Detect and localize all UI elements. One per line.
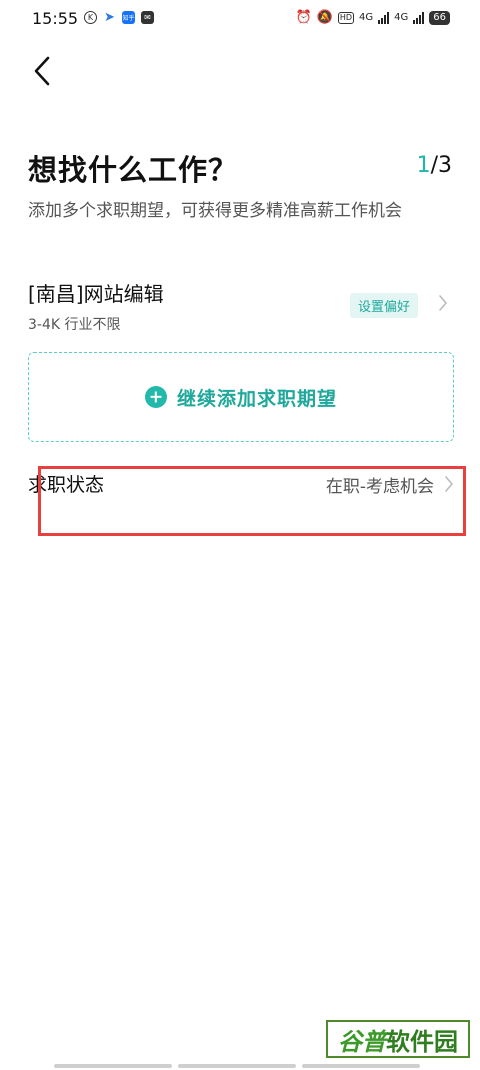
highlight-annotation-box [38, 466, 466, 536]
chevron-left-icon [34, 56, 50, 86]
job-expectation-item[interactable]: [南昌]网站编辑 3-4K 行业不限 设置偏好 [28, 278, 452, 338]
watermark-logo: 谷普 软件园 [326, 1020, 470, 1058]
mail-icon: ✉ [141, 11, 154, 24]
signal-icon [378, 11, 390, 24]
status-time: 15:55 [32, 9, 79, 28]
mute-icon: 🔕 [316, 10, 333, 25]
step-indicator: 1/3 [417, 153, 452, 178]
add-job-expectation-button[interactable]: 继续添加求职期望 [28, 352, 454, 442]
nav-indicator [178, 1064, 296, 1068]
back-button[interactable] [28, 54, 58, 88]
network-label-1: 4G [359, 12, 374, 23]
status-bar: 15:55 K ➤ 知乎 ✉ ⏰ 🔕 HD 4G 4G 66 [0, 0, 480, 38]
job-expectation-title: [南昌]网站编辑 [28, 282, 164, 306]
watermark-part-a: 谷普 [338, 1027, 386, 1056]
alarm-icon: ⏰ [295, 10, 312, 25]
set-preference-button[interactable]: 设置偏好 [349, 293, 418, 318]
navigation-bar [54, 1064, 420, 1068]
watermark-part-b: 软件园 [386, 1027, 458, 1056]
nav-indicator [54, 1064, 172, 1068]
chevron-right-icon [439, 295, 447, 311]
add-job-expectation-label: 继续添加求职期望 [176, 387, 337, 410]
step-total: /3 [430, 153, 452, 178]
page-title: 想找什么工作？ [28, 153, 239, 187]
job-expectation-meta: 3-4K 行业不限 [28, 317, 121, 333]
battery-icon: 66 [429, 10, 450, 25]
step-current: 1 [416, 153, 431, 178]
plus-circle-icon [144, 386, 167, 408]
status-icons-left: K ➤ 知乎 ✉ [84, 10, 154, 25]
hd-icon: HD [337, 11, 355, 24]
zhihu-app-icon: 知乎 [122, 11, 135, 24]
signal-icon-2 [413, 11, 425, 24]
telegram-plane-icon: ➤ [104, 10, 115, 25]
status-icons-right: ⏰ 🔕 HD 4G 4G 66 [295, 10, 450, 25]
network-label-2: 4G [394, 12, 409, 23]
k-circle-icon: K [84, 11, 97, 24]
nav-indicator [302, 1064, 420, 1068]
page-subtitle: 添加多个求职期望，可获得更多精准高薪工作机会 [28, 201, 402, 221]
